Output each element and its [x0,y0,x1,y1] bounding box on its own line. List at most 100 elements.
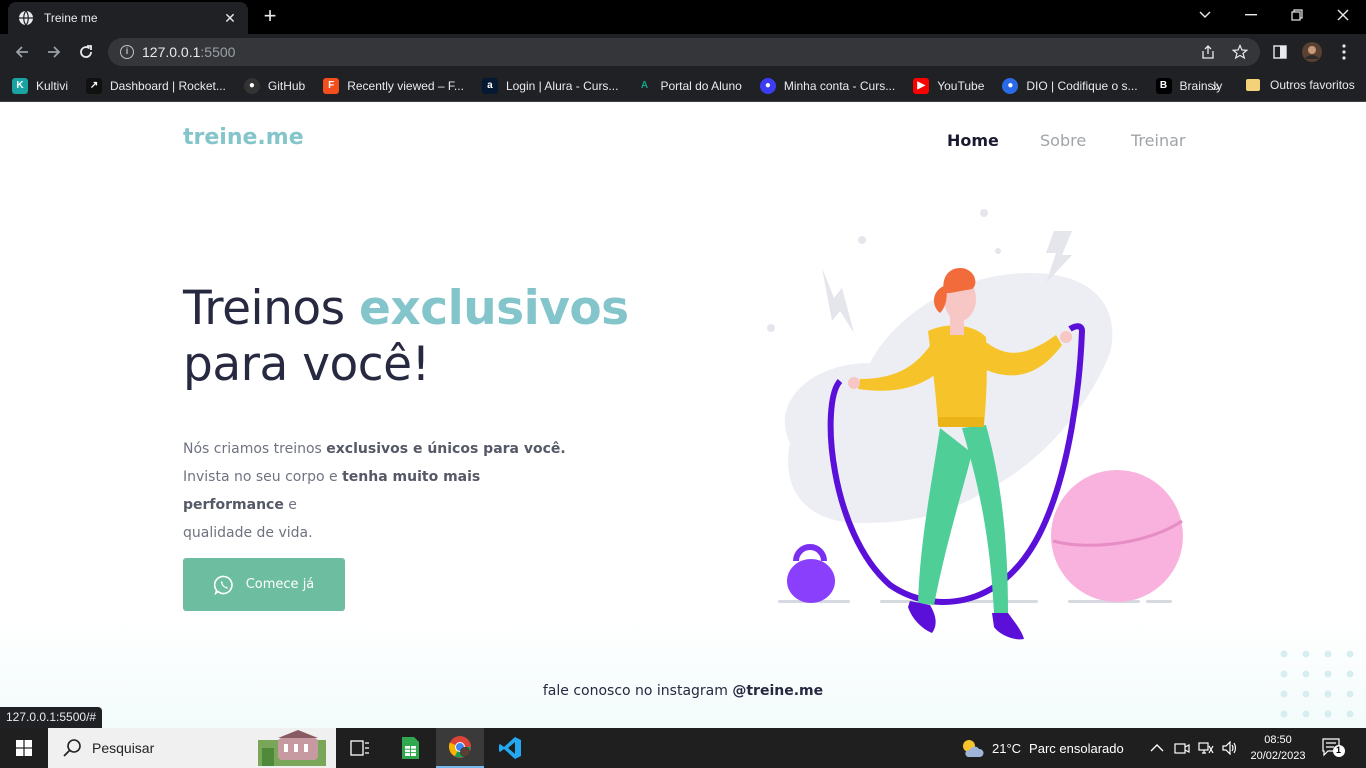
footer-text: fale conosco no instagram [542,683,733,699]
browser-tab-bar: Treine me ✕ + [0,0,1366,34]
menu-kebab-icon[interactable] [1334,42,1354,62]
back-button[interactable] [10,40,34,64]
nav-treinar[interactable]: Treinar [1131,131,1185,150]
folder-icon [1246,79,1260,91]
taskbar-search[interactable]: Pesquisar [48,728,336,768]
url-host: 127.0.0.1 [142,44,201,60]
camera-tray-icon[interactable] [1174,728,1190,768]
partly-sunny-icon [963,740,984,757]
page-viewport: treine.me Home Sobre Treinar Treinos exc… [0,103,1366,728]
tab-title: Treine me [44,11,98,25]
github-icon: ● [243,77,260,94]
hero-text-1-bold: exclusivos e únicos para você. [326,441,566,457]
bookmark-label: Minha conta - Curs... [783,78,896,93]
minimize-button[interactable] [1228,0,1274,30]
taskbar-clock[interactable]: 08:50 20/02/2023 [1244,732,1312,764]
bookmark-rocketseat[interactable]: ↗ Dashboard | Rocket... [86,77,226,94]
globe-icon [19,10,33,26]
side-panel-icon[interactable] [1270,42,1290,62]
windows-logo-icon [16,740,32,756]
bookmark-alura[interactable]: a Login | Alura - Curs... [481,77,619,94]
bookmarks-bar: K Kultivi ↗ Dashboard | Rocket... ● GitHub … [0,70,1366,102]
bookmark-dio[interactable]: ● DIO | Codifique o s... [1002,77,1138,94]
share-icon[interactable] [1198,42,1218,62]
dio-icon: ● [1002,77,1019,94]
youtube-icon: ▶ [913,77,930,94]
taskbar-vscode-app[interactable] [486,728,534,768]
bookmark-label: Login | Alura - Curs... [505,78,619,93]
clock-time: 08:50 [1264,734,1292,746]
chevron-up-icon [1150,744,1164,752]
url-port: :5500 [200,44,236,60]
bookmark-label: Recently viewed – F... [347,78,464,93]
nav-home[interactable]: Home [947,131,999,150]
browser-tab[interactable]: Treine me ✕ [8,2,248,34]
comece-ja-button[interactable]: Comece já [183,558,345,611]
hero-text-1: Nós criamos treinos [183,441,327,457]
instagram-handle-link[interactable]: @treine.me [732,683,823,699]
new-tab-button[interactable]: + [258,4,282,28]
site-info-icon[interactable]: i [120,45,134,59]
bookmark-label: Portal do Aluno [660,78,742,93]
hero-description: Nós criamos treinos exclusivos e únicos … [183,435,583,547]
bookmark-label: Kultivi [36,78,69,93]
bookmark-github[interactable]: ● GitHub [243,77,306,94]
bookmark-label: Dashboard | Rocket... [110,78,226,93]
bookmark-minha-conta[interactable]: ● Minha conta - Curs... [759,77,896,94]
other-bookmarks-folder[interactable]: Outros favoritos [1246,78,1355,92]
spreadsheet-icon [402,737,419,759]
task-view-icon [350,740,369,756]
search-placeholder: Pesquisar [92,740,155,756]
bookmark-kultivi[interactable]: K Kultivi [12,77,69,94]
close-tab-icon[interactable]: ✕ [222,10,238,27]
hero-text-2: Invista no seu corpo e [183,469,343,485]
footer-contact: fale conosco no instagram @treine.me [0,683,1366,699]
forward-button[interactable] [42,40,66,64]
taskbar-sheets-app[interactable] [386,728,434,768]
nav-sobre[interactable]: Sobre [1040,131,1086,150]
bookmark-star-icon[interactable] [1230,42,1250,62]
whatsapp-icon [213,575,233,595]
bookmark-label: GitHub [267,78,306,93]
weather-widget[interactable]: 21°C Parc ensolarado [960,728,1124,768]
bookmark-portal-aluno[interactable]: A Portal do Aluno [636,78,742,94]
start-button[interactable] [0,728,48,768]
speaker-icon [1222,741,1237,755]
windows-taskbar: Pesquisar 21°C Parc ensolarado 08:50 20/… [0,728,1366,768]
cta-label: Comece já [245,577,315,592]
notification-center-button[interactable]: 1 [1322,738,1346,758]
volume-tray-icon[interactable] [1222,728,1238,768]
url-text: 127.0.0.1:5500 [142,44,235,60]
site-logo[interactable]: treine.me [183,125,304,150]
camera-icon [1174,743,1190,754]
task-view-button[interactable] [336,728,384,768]
profile-avatar[interactable] [1302,42,1322,62]
search-highlight-image [258,730,326,766]
more-bookmarks-button[interactable]: » [1212,78,1220,94]
network-tray-icon[interactable] [1198,728,1214,768]
status-url-bubble: 127.0.0.1:5500/# [0,707,103,728]
tab-search-chevron-icon[interactable] [1182,0,1228,30]
bookmark-youtube[interactable]: ▶ YouTube [913,77,985,94]
bookmark-figma[interactable]: F Recently viewed – F... [323,77,464,94]
other-bookmarks-label: Outros favoritos [1270,78,1355,92]
clock-date: 20/02/2023 [1250,750,1306,762]
address-bar[interactable]: i 127.0.0.1:5500 [108,38,1260,66]
taskbar-chrome-app[interactable] [436,728,484,768]
bookmark-label: YouTube [937,78,985,93]
hero-text-2-end: e [283,497,297,513]
figma-icon: F [323,77,340,94]
jump-rope-woman-illustration [767,209,1183,640]
portal-aluno-icon: A [640,80,649,91]
show-hidden-icons[interactable] [1150,728,1164,768]
restore-button[interactable] [1274,0,1320,30]
close-window-button[interactable] [1320,0,1366,30]
hero-title-accent: exclusivos [359,281,629,336]
minha-conta-icon: ● [759,77,776,94]
notification-icon [1322,738,1345,757]
hero-title-part1: Treinos [183,281,360,336]
reload-button[interactable] [74,40,98,64]
bookmark-label: DIO | Codifique o s... [1026,78,1138,93]
network-icon [1198,742,1214,754]
alura-icon: a [481,77,498,94]
